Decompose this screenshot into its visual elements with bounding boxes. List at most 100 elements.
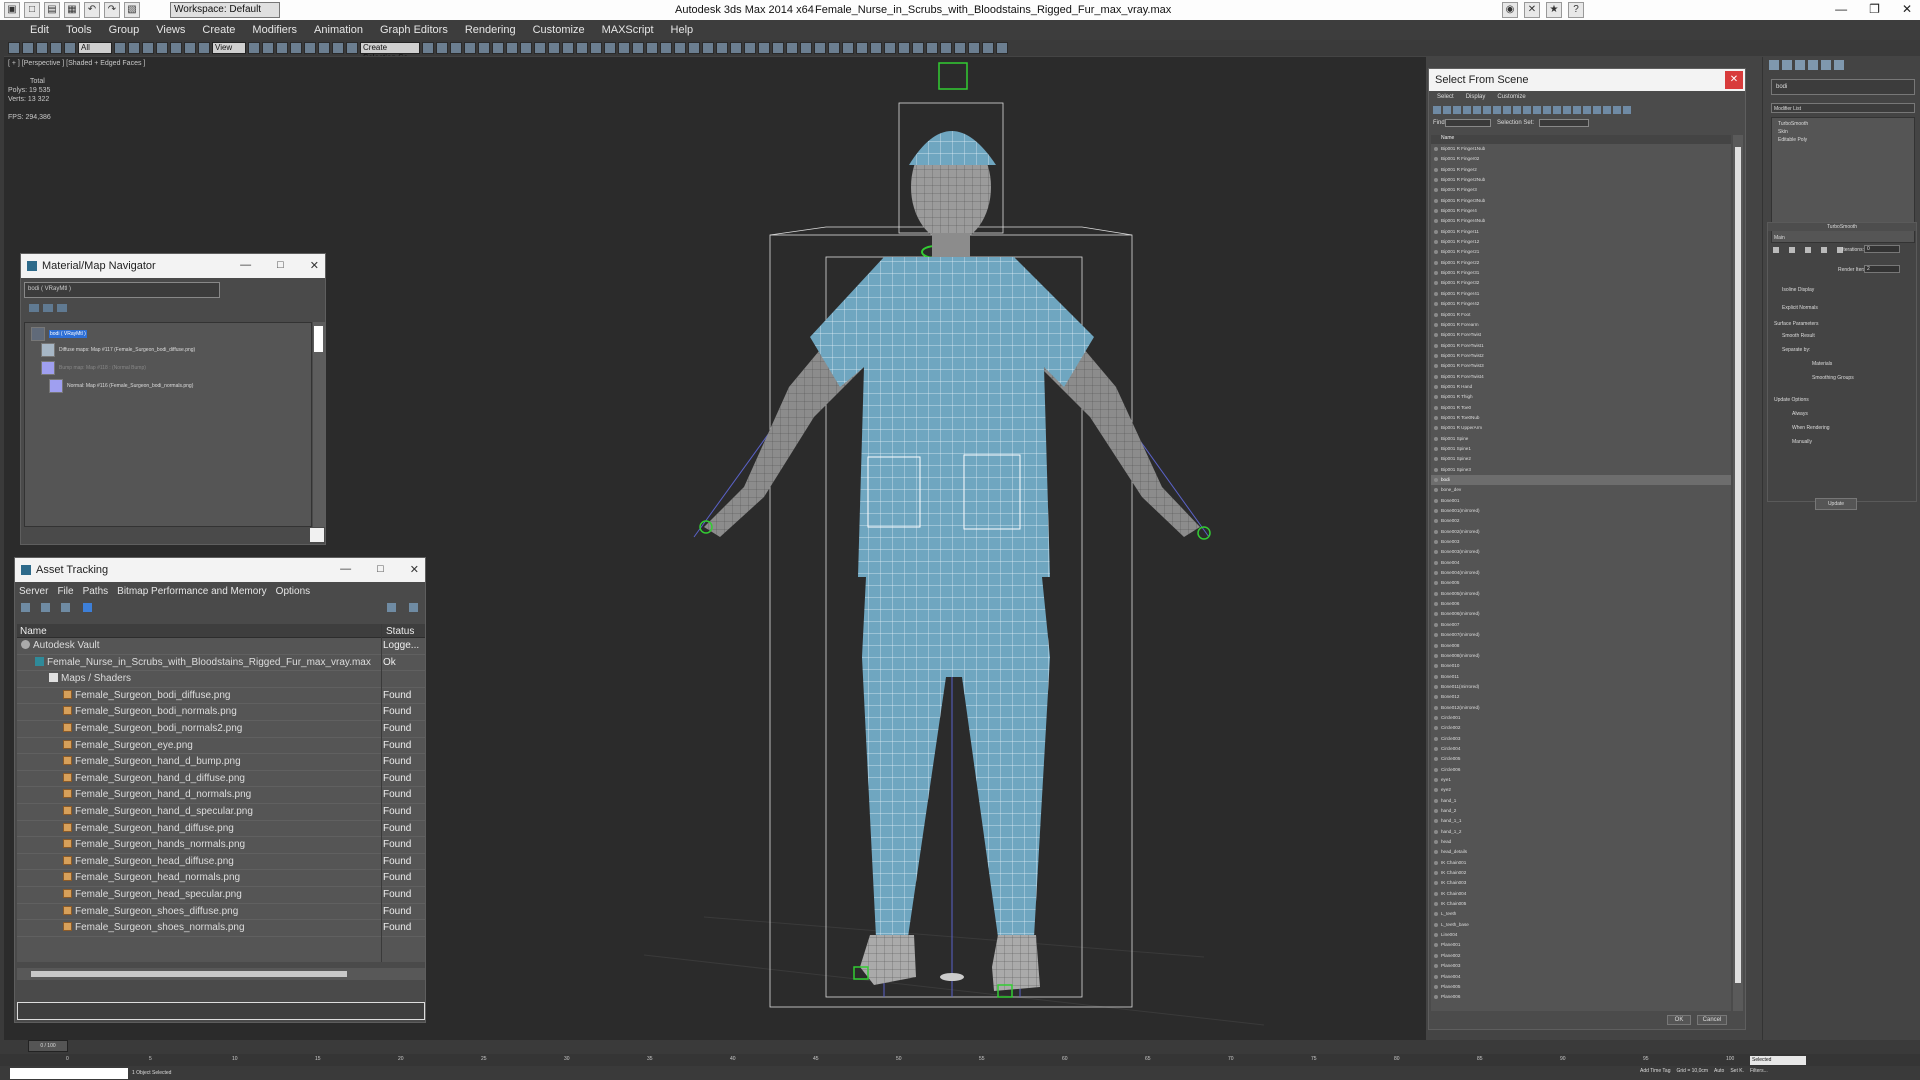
list-item[interactable]: Bone002(mirrored) xyxy=(1431,527,1731,537)
turbosmooth-rollout-title[interactable]: TurboSmooth xyxy=(1768,223,1916,231)
menu-customize[interactable]: Customize xyxy=(533,24,585,36)
menu-graph-editors[interactable]: Graph Editors xyxy=(380,24,448,36)
menu-modifiers[interactable]: Modifiers xyxy=(252,24,297,36)
list-item[interactable]: Bip001 R Hand xyxy=(1431,382,1731,392)
list-item[interactable]: Plane002 xyxy=(1431,951,1731,961)
list-item[interactable]: Bip001 R Finger2 xyxy=(1431,165,1731,175)
select-by-name-icon[interactable] xyxy=(128,42,140,54)
asset-menu-server[interactable]: Server xyxy=(19,586,48,597)
list-item[interactable]: Bip001 R ForeTwist xyxy=(1431,330,1731,340)
toolbar-icon-x[interactable] xyxy=(884,42,896,54)
isoline-checkbox[interactable]: Isoline Display xyxy=(1782,287,1814,293)
toolbar-icon-f[interactable] xyxy=(632,42,644,54)
binoculars-icon[interactable]: ◉ xyxy=(1502,2,1518,18)
list-item[interactable]: head xyxy=(1431,837,1731,847)
list-item[interactable]: Bip001 Spine3 xyxy=(1431,465,1731,475)
toolbar-icon-af[interactable] xyxy=(996,42,1008,54)
toolbar-icon-o[interactable] xyxy=(758,42,770,54)
list-item[interactable]: Bip001 R ForeTwist1 xyxy=(1431,341,1731,351)
list-item[interactable]: Bone005(mirrored) xyxy=(1431,589,1731,599)
table-row[interactable]: Female_Surgeon_hands_normals.png Found xyxy=(17,837,425,854)
list-item[interactable]: Bone004 xyxy=(1431,558,1731,568)
toolbar-icon-g[interactable] xyxy=(646,42,658,54)
minimize-icon[interactable]: — xyxy=(1835,2,1847,16)
toolbar-icon-d[interactable] xyxy=(604,42,616,54)
iterations-spinner[interactable]: 0 xyxy=(1864,245,1900,253)
list-item[interactable]: eye2 xyxy=(1431,785,1731,795)
minimize-icon[interactable]: — xyxy=(240,259,251,272)
list-item[interactable]: Bip001 R Finger12 xyxy=(1431,237,1731,247)
toolbar-icon-y[interactable] xyxy=(898,42,910,54)
table-row[interactable]: Female_Surgeon_bodi_normals.png Found xyxy=(17,704,425,721)
tree-item-diffuse[interactable]: Diffuse maps: Map #117 (Female_Surgeon_b… xyxy=(41,343,195,357)
undo-toolbar-icon[interactable] xyxy=(8,42,20,54)
close-icon[interactable]: ✕ xyxy=(1725,71,1743,89)
toolbar-icon-i[interactable] xyxy=(674,42,686,54)
list-item[interactable]: IK Chain004 xyxy=(1431,889,1731,899)
display-invert-icon[interactable] xyxy=(1573,106,1581,114)
auto-key-button[interactable]: Auto xyxy=(1714,1068,1724,1074)
link-icon[interactable] xyxy=(36,42,48,54)
menu-tools[interactable]: Tools xyxy=(66,24,92,36)
menu-edit[interactable]: Edit xyxy=(30,24,49,36)
list-item[interactable]: Circle004 xyxy=(1431,744,1731,754)
list-item[interactable]: Bip001 R Finger4Nub xyxy=(1431,216,1731,226)
filter-icon[interactable] xyxy=(1603,106,1611,114)
menu-views[interactable]: Views xyxy=(156,24,185,36)
cancel-button[interactable]: Cancel xyxy=(1697,1015,1727,1025)
materials-checkbox[interactable]: Materials xyxy=(1812,361,1832,367)
modifier-list-dropdown[interactable]: Modifier List xyxy=(1771,103,1915,113)
list-item[interactable]: Bip001 R Toe0Nub xyxy=(1431,413,1731,423)
sfs-menu-select[interactable]: Select xyxy=(1437,94,1454,100)
toolbar-icon-n[interactable] xyxy=(744,42,756,54)
key-filters-button[interactable]: Filters... xyxy=(1750,1068,1768,1074)
list-item[interactable]: Bip001 R Finger31 xyxy=(1431,268,1731,278)
maximize-icon[interactable]: □ xyxy=(277,259,284,272)
toolbar-icon-b[interactable] xyxy=(576,42,588,54)
select-from-scene-titlebar[interactable]: Select From Scene ✕ xyxy=(1429,69,1745,91)
toolbar-icon-c[interactable] xyxy=(590,42,602,54)
menu-create[interactable]: Create xyxy=(202,24,235,36)
explicit-normals-checkbox[interactable]: Explicit Normals xyxy=(1782,305,1818,311)
list-item[interactable]: IK Chain003 xyxy=(1431,878,1731,888)
toolbar-icon-aa[interactable] xyxy=(926,42,938,54)
display-bones-icon[interactable] xyxy=(1513,106,1521,114)
manually-radio[interactable]: Manually xyxy=(1792,439,1812,445)
table-row[interactable]: Female_Surgeon_shoes_normals.png Found xyxy=(17,920,425,937)
motion-tab-icon[interactable] xyxy=(1808,60,1818,70)
display-helpers-icon[interactable] xyxy=(1473,106,1481,114)
table-row[interactable]: Female_Surgeon_hand_d_bump.png Found xyxy=(17,754,425,771)
list-item[interactable]: hand_2 xyxy=(1431,806,1731,816)
list-item[interactable]: hand_1 xyxy=(1431,796,1731,806)
list-item[interactable]: L_teeth_base xyxy=(1431,920,1731,930)
region-select-icon[interactable] xyxy=(142,42,154,54)
stack-item-editable-poly[interactable]: Editable Poly xyxy=(1778,136,1908,144)
resize-grip[interactable] xyxy=(310,528,324,542)
set-key-button[interactable]: Set K. xyxy=(1730,1068,1744,1074)
table-row[interactable]: Female_Surgeon_hand_diffuse.png Found xyxy=(17,821,425,838)
unlink-icon[interactable] xyxy=(50,42,62,54)
menu-maxscript[interactable]: MAXScript xyxy=(602,24,654,36)
save-file-icon[interactable]: ▦ xyxy=(64,2,80,18)
list-item[interactable]: Plane004 xyxy=(1431,972,1731,982)
toolbar-icon-ac[interactable] xyxy=(954,42,966,54)
list-item[interactable]: Bone008(mirrored) xyxy=(1431,651,1731,661)
list-item[interactable]: Bone011(mirrored) xyxy=(1431,682,1731,692)
list-item[interactable]: Bip001 R Finger1Nub xyxy=(1431,144,1731,154)
redo-toolbar-icon[interactable] xyxy=(22,42,34,54)
menu-animation[interactable]: Animation xyxy=(314,24,363,36)
modify-tab-icon[interactable] xyxy=(1782,60,1792,70)
asset-horizontal-scrollbar[interactable] xyxy=(17,968,425,980)
list-item[interactable]: Bip001 R Forearm xyxy=(1431,320,1731,330)
list-item[interactable]: Bone007 xyxy=(1431,620,1731,630)
open-file-icon[interactable]: ▤ xyxy=(44,2,60,18)
list-item[interactable]: Bip001 R ForeTwist4 xyxy=(1431,372,1731,382)
named-selection-sets-dropdown[interactable]: Create Selection Se xyxy=(360,42,420,56)
menu-help[interactable]: Help xyxy=(671,24,694,36)
table-row[interactable]: Female_Surgeon_hand_d_diffuse.png Found xyxy=(17,771,425,788)
toolbar-icon-k[interactable] xyxy=(702,42,714,54)
rendered-frame-window-icon[interactable] xyxy=(534,42,546,54)
list-item[interactable]: Bip001 Spine1 xyxy=(1431,444,1731,454)
display-lights-icon[interactable] xyxy=(1453,106,1461,114)
create-tab-icon[interactable] xyxy=(1769,60,1779,70)
